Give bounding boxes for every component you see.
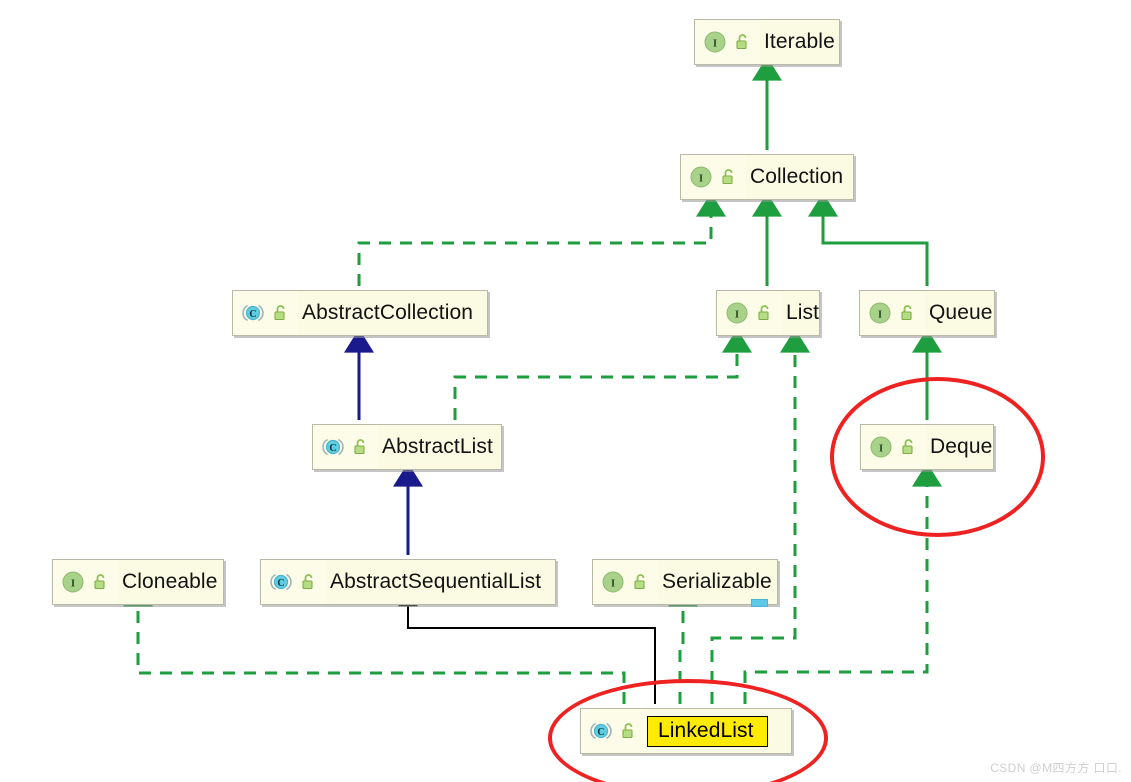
node-label: Queue xyxy=(929,301,993,324)
interface-icon: I xyxy=(726,302,748,324)
node-abstractcollection[interactable]: C AbstractCollection xyxy=(232,290,488,336)
diagram-canvas: I Iterable I Collection C AbstractCollec… xyxy=(0,0,1131,782)
lock-open-icon xyxy=(732,31,754,53)
node-glyphs: I xyxy=(695,20,760,64)
watermark: CSDN @M四方方 口口. xyxy=(990,761,1122,775)
node-abstractsequentiallist[interactable]: C AbstractSequentialList xyxy=(260,559,556,605)
class-icon: C xyxy=(242,302,264,324)
svg-text:I: I xyxy=(878,309,882,321)
node-label: AbstractCollection xyxy=(302,301,474,324)
node-serializable[interactable]: I Serializable xyxy=(592,559,778,607)
node-glyphs: C xyxy=(233,291,298,335)
svg-text:I: I xyxy=(611,578,615,590)
svg-text:C: C xyxy=(329,443,336,454)
interface-icon: I xyxy=(690,166,712,188)
node-iterable[interactable]: I Iterable xyxy=(694,19,840,65)
interface-icon: I xyxy=(62,571,84,593)
svg-text:I: I xyxy=(71,578,75,590)
node-glyphs: I xyxy=(860,291,925,335)
selection-handle[interactable] xyxy=(751,599,768,607)
node-label: AbstractSequentialList xyxy=(330,570,542,593)
node-label: Collection xyxy=(750,165,844,188)
class-icon: C xyxy=(270,571,292,593)
node-label: Iterable xyxy=(764,30,835,53)
lock-open-icon xyxy=(298,571,320,593)
lock-open-icon xyxy=(90,571,112,593)
svg-text:I: I xyxy=(699,173,703,185)
interface-icon: I xyxy=(869,302,891,324)
node-glyphs: I xyxy=(53,560,118,604)
lock-open-icon xyxy=(897,302,919,324)
node-glyphs: I xyxy=(717,291,782,335)
class-icon: C xyxy=(322,436,344,458)
lock-open-icon xyxy=(630,571,652,593)
node-glyphs: I xyxy=(593,560,658,604)
interface-icon: I xyxy=(602,571,624,593)
svg-text:C: C xyxy=(277,578,284,589)
lock-open-icon xyxy=(718,166,740,188)
node-label: AbstractList xyxy=(382,435,493,458)
edge-abstractlist-list xyxy=(453,328,752,420)
annotation-ring-deque xyxy=(830,377,1045,537)
node-label: Cloneable xyxy=(122,570,218,593)
node-queue[interactable]: I Queue xyxy=(859,290,995,336)
svg-text:I: I xyxy=(735,309,739,321)
node-list[interactable]: I List xyxy=(716,290,820,336)
lock-open-icon xyxy=(350,436,372,458)
svg-text:I: I xyxy=(713,38,717,50)
node-glyphs: C xyxy=(313,425,378,469)
interface-icon: I xyxy=(704,31,726,53)
edge-linkedlist-list xyxy=(710,328,810,704)
node-glyphs: C xyxy=(261,560,326,604)
svg-text:C: C xyxy=(249,309,256,320)
node-abstractlist[interactable]: C AbstractList xyxy=(312,424,502,470)
edge-linkedlist-cloneable xyxy=(123,582,626,704)
node-collection[interactable]: I Collection xyxy=(680,154,854,200)
edge-abstractcollection-collection xyxy=(357,192,726,286)
node-glyphs: I xyxy=(681,155,746,199)
node-label: Serializable xyxy=(662,570,772,593)
edge-queue-collection xyxy=(808,192,929,286)
lock-open-icon xyxy=(270,302,292,324)
node-cloneable[interactable]: I Cloneable xyxy=(52,559,224,605)
lock-open-icon xyxy=(754,302,776,324)
node-label: List xyxy=(786,301,820,324)
